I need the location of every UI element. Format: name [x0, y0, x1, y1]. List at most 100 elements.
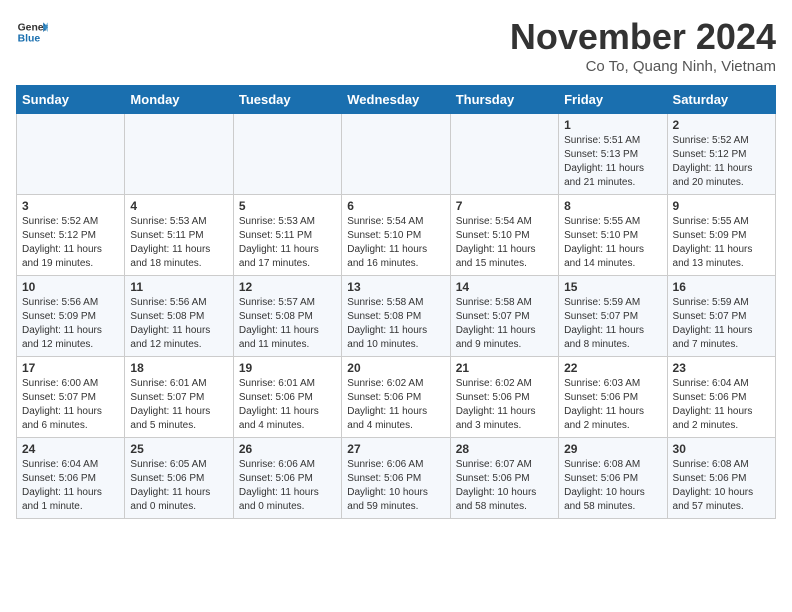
day-number: 15: [564, 280, 661, 294]
calendar-day-cell: 11 Sunrise: 5:56 AMSunset: 5:08 PMDayligh…: [125, 276, 233, 357]
day-number: 6: [347, 199, 444, 213]
day-number: 20: [347, 361, 444, 375]
calendar-day-cell: 25 Sunrise: 6:05 AMSunset: 5:06 PMDayligh…: [125, 438, 233, 519]
day-info: Sunrise: 5:57 AMSunset: 5:08 PMDaylight:…: [239, 296, 336, 352]
day-info: Sunrise: 6:05 AMSunset: 5:06 PMDaylight:…: [130, 458, 227, 514]
calendar-day-cell: 29 Sunrise: 6:08 AMSunset: 5:06 PMDayligh…: [559, 438, 667, 519]
header-day-wednesday: Wednesday: [342, 86, 450, 114]
day-number: 26: [239, 442, 336, 456]
day-info: Sunrise: 6:04 AMSunset: 5:06 PMDaylight:…: [22, 458, 119, 514]
calendar-header-row: SundayMondayTuesdayWednesdayThursdayFrid…: [17, 86, 776, 114]
empty-cell: [125, 114, 233, 195]
day-number: 13: [347, 280, 444, 294]
day-info: Sunrise: 6:08 AMSunset: 5:06 PMDaylight:…: [673, 458, 770, 514]
calendar-day-cell: 9 Sunrise: 5:55 AMSunset: 5:09 PMDaylight…: [667, 195, 775, 276]
day-number: 18: [130, 361, 227, 375]
day-number: 4: [130, 199, 227, 213]
month-title: November 2024: [510, 16, 776, 58]
day-info: Sunrise: 6:02 AMSunset: 5:06 PMDaylight:…: [456, 377, 553, 433]
calendar-day-cell: 21 Sunrise: 6:02 AMSunset: 5:06 PMDayligh…: [450, 357, 558, 438]
day-info: Sunrise: 5:58 AMSunset: 5:07 PMDaylight:…: [456, 296, 553, 352]
day-number: 1: [564, 118, 661, 132]
day-number: 7: [456, 199, 553, 213]
day-info: Sunrise: 6:01 AMSunset: 5:07 PMDaylight:…: [130, 377, 227, 433]
calendar-day-cell: 24 Sunrise: 6:04 AMSunset: 5:06 PMDayligh…: [17, 438, 125, 519]
header-day-monday: Monday: [125, 86, 233, 114]
day-number: 29: [564, 442, 661, 456]
day-number: 22: [564, 361, 661, 375]
calendar-table: SundayMondayTuesdayWednesdayThursdayFrid…: [16, 85, 776, 519]
day-number: 11: [130, 280, 227, 294]
day-info: Sunrise: 5:55 AMSunset: 5:09 PMDaylight:…: [673, 215, 770, 271]
day-number: 9: [673, 199, 770, 213]
header-day-friday: Friday: [559, 86, 667, 114]
day-info: Sunrise: 5:51 AMSunset: 5:13 PMDaylight:…: [564, 134, 661, 190]
location: Co To, Quang Ninh, Vietnam: [510, 58, 776, 75]
day-number: 17: [22, 361, 119, 375]
day-info: Sunrise: 5:59 AMSunset: 5:07 PMDaylight:…: [564, 296, 661, 352]
logo: General Blue: [16, 16, 48, 48]
day-info: Sunrise: 5:56 AMSunset: 5:08 PMDaylight:…: [130, 296, 227, 352]
header-day-sunday: Sunday: [17, 86, 125, 114]
calendar-day-cell: 26 Sunrise: 6:06 AMSunset: 5:06 PMDayligh…: [233, 438, 341, 519]
header-day-tuesday: Tuesday: [233, 86, 341, 114]
day-info: Sunrise: 5:53 AMSunset: 5:11 PMDaylight:…: [130, 215, 227, 271]
day-number: 2: [673, 118, 770, 132]
day-info: Sunrise: 5:52 AMSunset: 5:12 PMDaylight:…: [673, 134, 770, 190]
header-day-thursday: Thursday: [450, 86, 558, 114]
calendar-week-row: 3Sunrise: 5:52 AMSunset: 5:12 PMDaylight…: [17, 195, 776, 276]
day-info: Sunrise: 5:58 AMSunset: 5:08 PMDaylight:…: [347, 296, 444, 352]
calendar-day-cell: 10Sunrise: 5:56 AMSunset: 5:09 PMDayligh…: [17, 276, 125, 357]
title-block: November 2024 Co To, Quang Ninh, Vietnam: [510, 16, 776, 75]
day-info: Sunrise: 5:54 AMSunset: 5:10 PMDaylight:…: [456, 215, 553, 271]
calendar-day-cell: 16Sunrise: 5:59 AMSunset: 5:07 PMDayligh…: [667, 276, 775, 357]
day-info: Sunrise: 6:06 AMSunset: 5:06 PMDaylight:…: [347, 458, 444, 514]
empty-cell: [233, 114, 341, 195]
page-header: General Blue November 2024 Co To, Quang …: [16, 16, 776, 75]
day-info: Sunrise: 6:01 AMSunset: 5:06 PMDaylight:…: [239, 377, 336, 433]
empty-cell: [342, 114, 450, 195]
day-info: Sunrise: 6:08 AMSunset: 5:06 PMDaylight:…: [564, 458, 661, 514]
calendar-week-row: 10Sunrise: 5:56 AMSunset: 5:09 PMDayligh…: [17, 276, 776, 357]
day-number: 21: [456, 361, 553, 375]
header-day-saturday: Saturday: [667, 86, 775, 114]
calendar-day-cell: 17 Sunrise: 6:00 AMSunset: 5:07 PMDayligh…: [17, 357, 125, 438]
calendar-day-cell: 23Sunrise: 6:04 AMSunset: 5:06 PMDayligh…: [667, 357, 775, 438]
day-number: 30: [673, 442, 770, 456]
day-number: 24: [22, 442, 119, 456]
day-info: Sunrise: 6:06 AMSunset: 5:06 PMDaylight:…: [239, 458, 336, 514]
calendar-week-row: 17 Sunrise: 6:00 AMSunset: 5:07 PMDayligh…: [17, 357, 776, 438]
svg-text:Blue: Blue: [18, 34, 41, 45]
calendar-day-cell: 19 Sunrise: 6:01 AMSunset: 5:06 PMDayligh…: [233, 357, 341, 438]
day-info: Sunrise: 5:53 AMSunset: 5:11 PMDaylight:…: [239, 215, 336, 271]
day-info: Sunrise: 6:07 AMSunset: 5:06 PMDaylight:…: [456, 458, 553, 514]
calendar-day-cell: 3Sunrise: 5:52 AMSunset: 5:12 PMDaylight…: [17, 195, 125, 276]
day-info: Sunrise: 6:02 AMSunset: 5:06 PMDaylight:…: [347, 377, 444, 433]
empty-cell: [450, 114, 558, 195]
day-number: 14: [456, 280, 553, 294]
logo-icon: General Blue: [16, 16, 48, 48]
day-info: Sunrise: 6:00 AMSunset: 5:07 PMDaylight:…: [22, 377, 119, 433]
day-number: 12: [239, 280, 336, 294]
empty-cell: [17, 114, 125, 195]
day-info: Sunrise: 5:54 AMSunset: 5:10 PMDaylight:…: [347, 215, 444, 271]
day-number: 5: [239, 199, 336, 213]
calendar-day-cell: 22 Sunrise: 6:03 AMSunset: 5:06 PMDayligh…: [559, 357, 667, 438]
calendar-day-cell: 14 Sunrise: 5:58 AMSunset: 5:07 PMDayligh…: [450, 276, 558, 357]
calendar-day-cell: 27 Sunrise: 6:06 AMSunset: 5:06 PMDayligh…: [342, 438, 450, 519]
calendar-day-cell: 8Sunrise: 5:55 AMSunset: 5:10 PMDaylight…: [559, 195, 667, 276]
day-number: 10: [22, 280, 119, 294]
calendar-day-cell: 13 Sunrise: 5:58 AMSunset: 5:08 PMDayligh…: [342, 276, 450, 357]
calendar-day-cell: 2 Sunrise: 5:52 AMSunset: 5:12 PMDaylight…: [667, 114, 775, 195]
day-number: 8: [564, 199, 661, 213]
calendar-week-row: 24 Sunrise: 6:04 AMSunset: 5:06 PMDayligh…: [17, 438, 776, 519]
day-number: 27: [347, 442, 444, 456]
day-number: 28: [456, 442, 553, 456]
day-number: 19: [239, 361, 336, 375]
day-info: Sunrise: 6:03 AMSunset: 5:06 PMDaylight:…: [564, 377, 661, 433]
day-number: 25: [130, 442, 227, 456]
day-info: Sunrise: 5:59 AMSunset: 5:07 PMDaylight:…: [673, 296, 770, 352]
calendar-day-cell: 20 Sunrise: 6:02 AMSunset: 5:06 PMDayligh…: [342, 357, 450, 438]
calendar-day-cell: 12 Sunrise: 5:57 AMSunset: 5:08 PMDayligh…: [233, 276, 341, 357]
calendar-day-cell: 5 Sunrise: 5:53 AMSunset: 5:11 PMDaylight…: [233, 195, 341, 276]
